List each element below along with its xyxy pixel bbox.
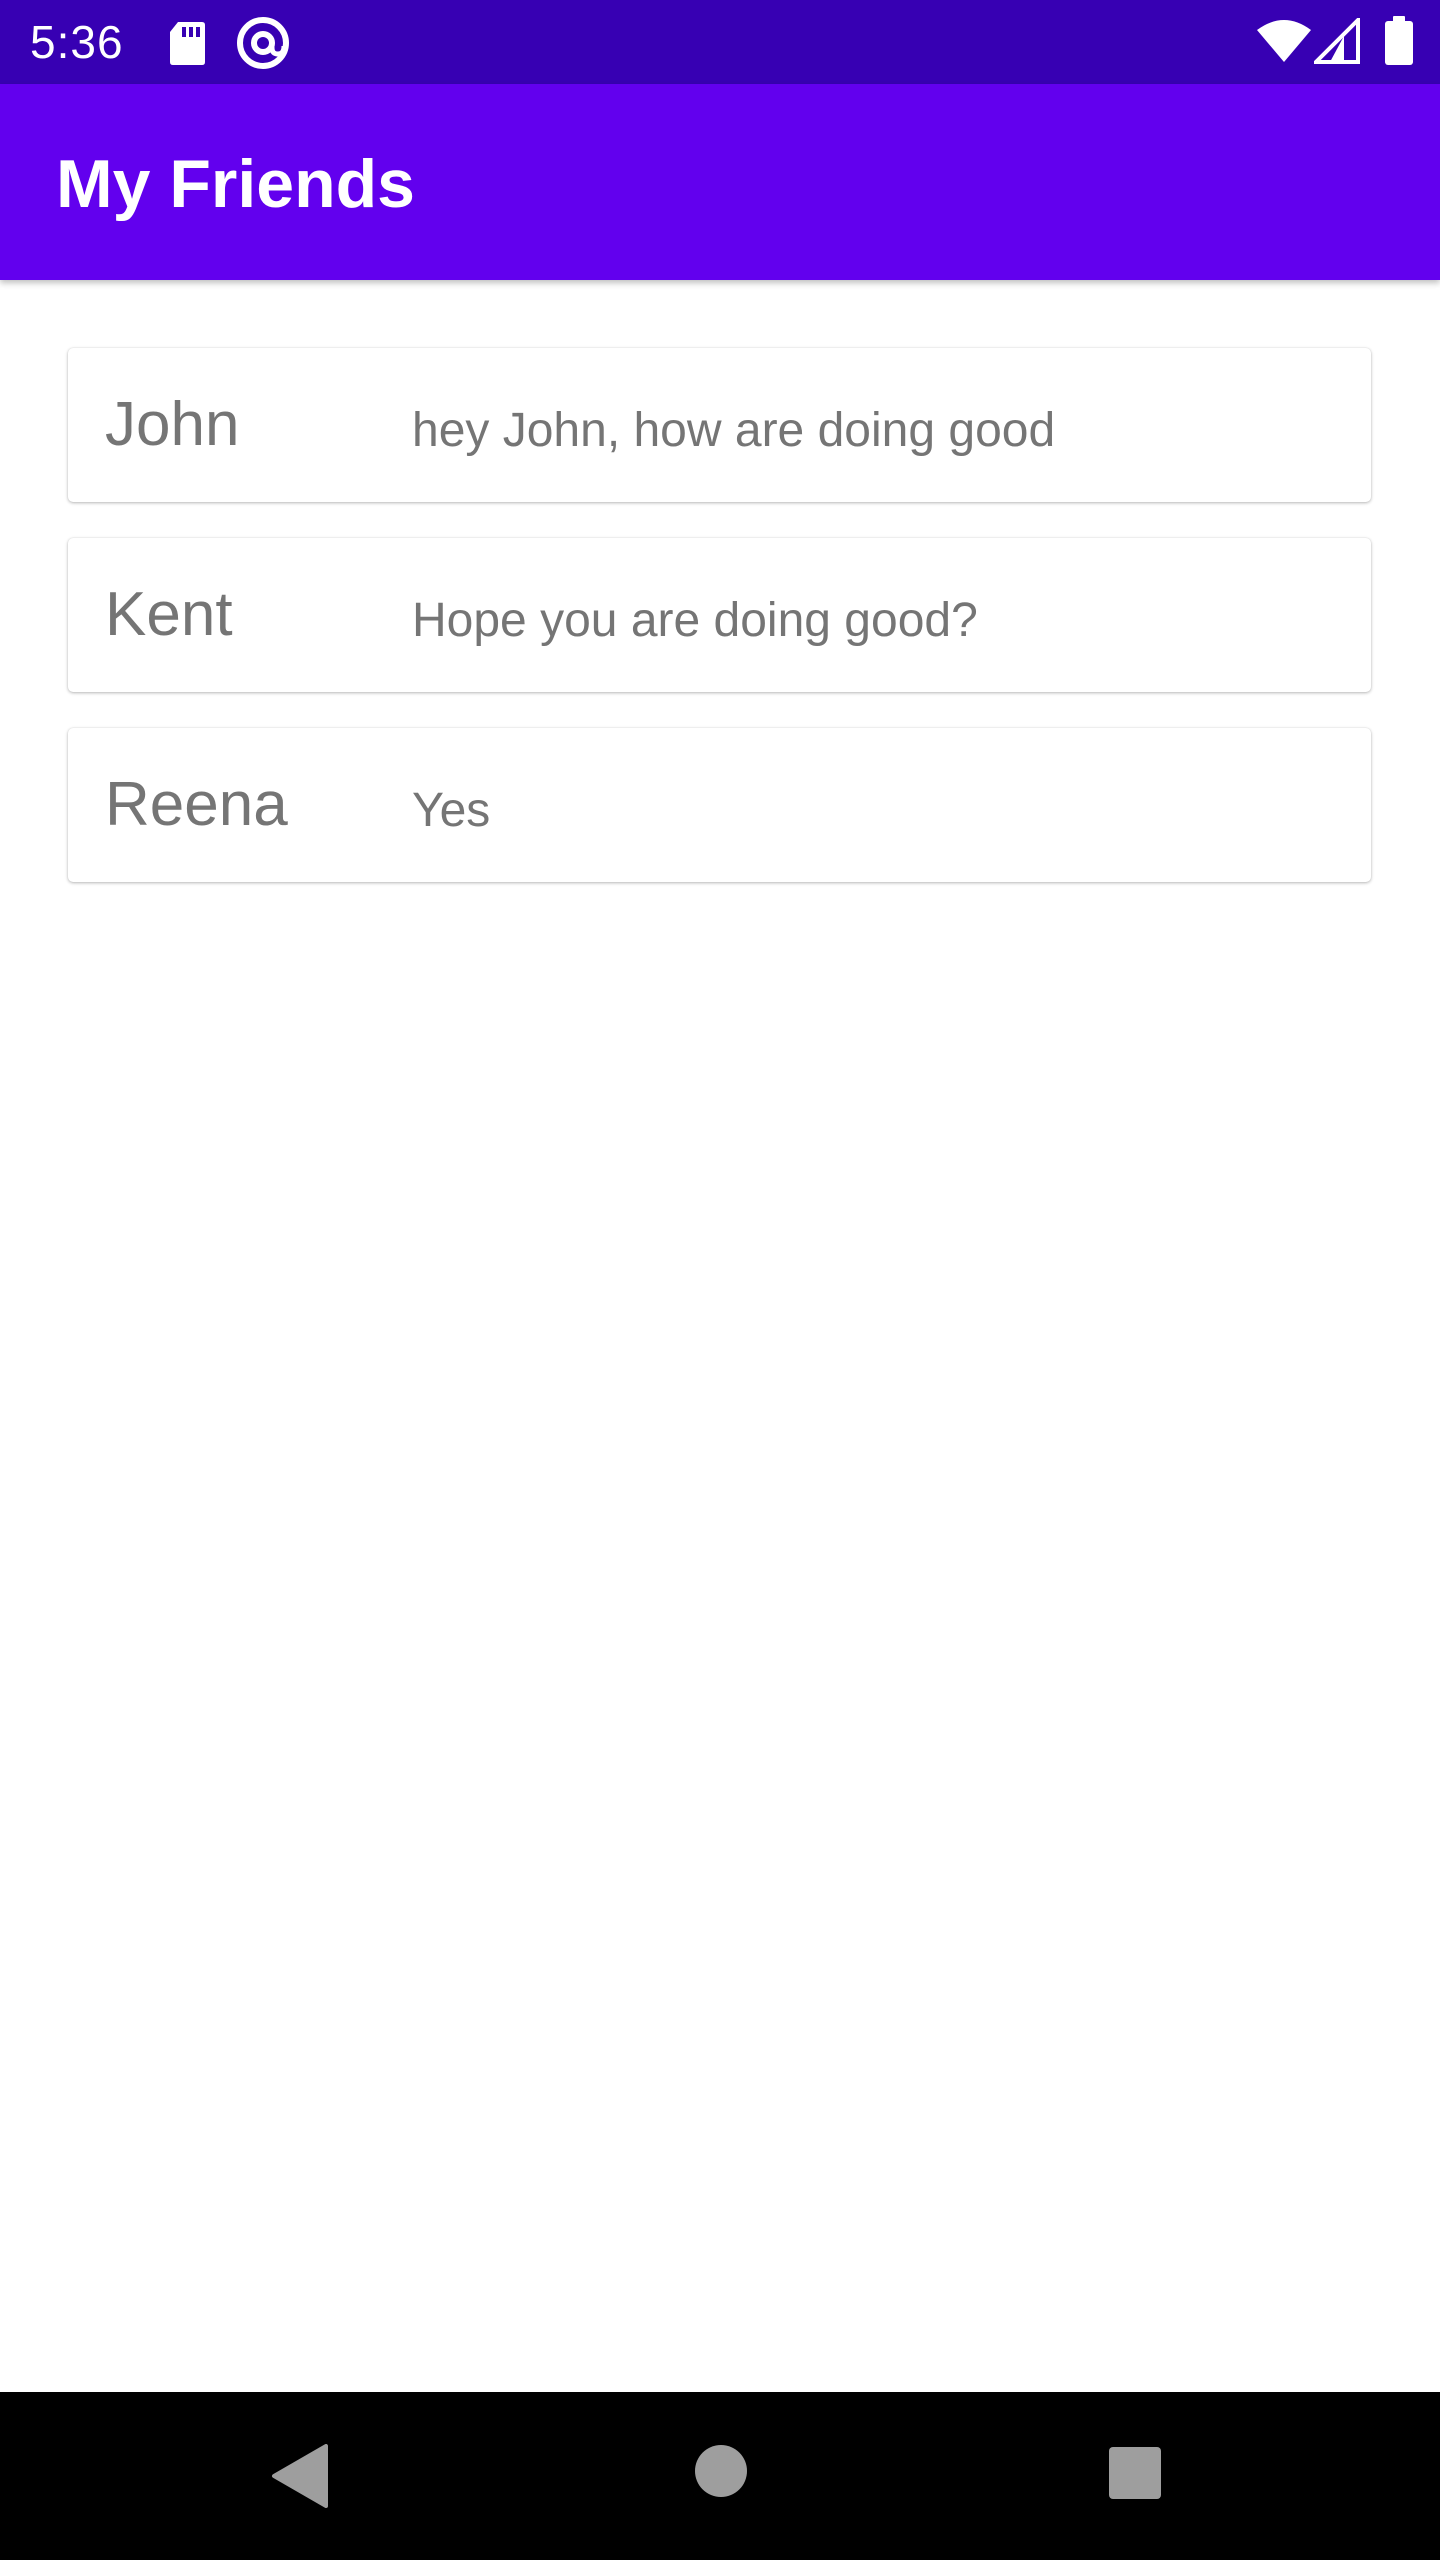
battery-icon (1384, 16, 1414, 71)
page-title: My Friends (56, 146, 415, 222)
friend-message: hey John, how are doing good (412, 404, 1056, 457)
recents-icon[interactable] (1108, 2446, 1162, 2505)
sd-card-icon (168, 20, 206, 71)
cellular-signal-icon (1311, 15, 1360, 69)
home-icon[interactable] (694, 2444, 748, 2503)
friend-name: Kent (105, 580, 233, 649)
friend-list-item[interactable]: Kent Hope you are doing good? (68, 538, 1371, 692)
status-bar: 5:36 (0, 0, 1440, 84)
friend-name: John (105, 390, 240, 459)
navigation-bar (0, 2392, 1440, 2560)
friend-message: Yes (412, 784, 491, 837)
friend-list: John hey John, how are doing good Kent H… (68, 348, 1371, 918)
at-sign-icon (236, 16, 290, 75)
friend-name: Reena (105, 770, 288, 839)
friend-list-item[interactable]: John hey John, how are doing good (68, 348, 1371, 502)
wifi-icon (1256, 18, 1312, 69)
back-icon[interactable] (270, 2444, 330, 2513)
status-time: 5:36 (30, 16, 124, 68)
friend-list-item[interactable]: Reena Yes (68, 728, 1371, 882)
friend-message: Hope you are doing good? (412, 594, 978, 647)
app-bar: My Friends (0, 84, 1440, 280)
